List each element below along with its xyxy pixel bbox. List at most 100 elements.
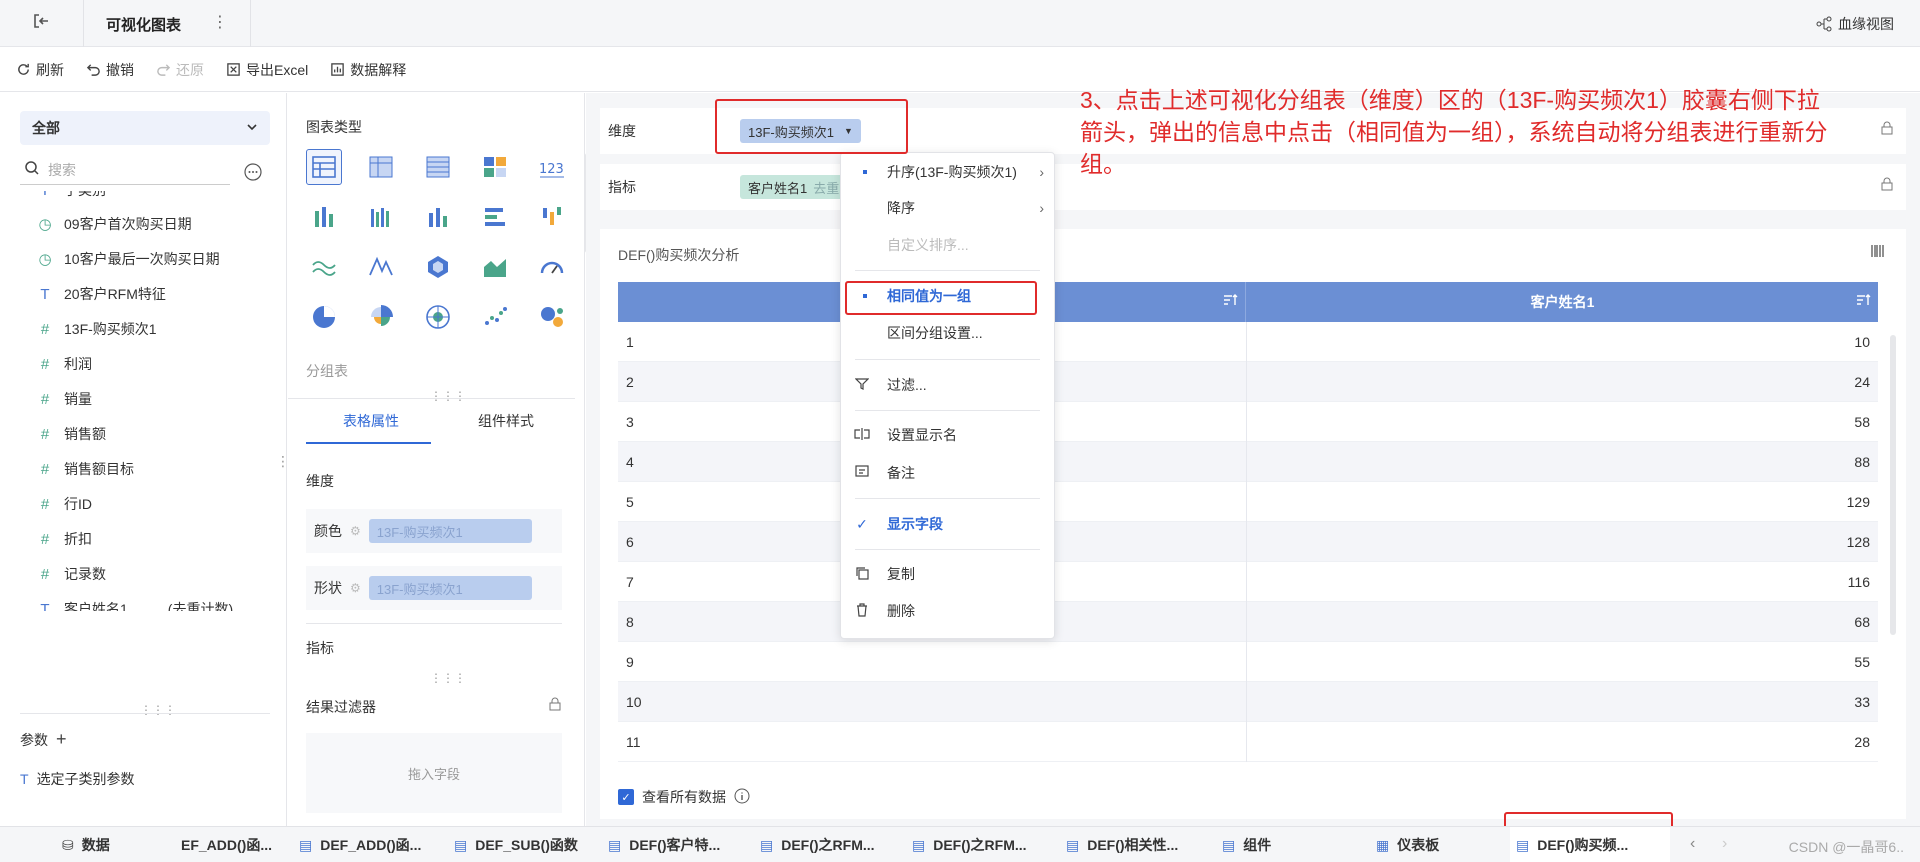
menu-item-filter[interactable]: 过滤... [841,370,1054,400]
sheet-tab[interactable]: ▤ DEF()之RFM... [906,827,1048,862]
lock-icon[interactable] [1880,177,1894,194]
table-row[interactable]: 11 28 [618,722,1878,762]
grouped-table-icon[interactable] [306,149,342,185]
tab-table-props[interactable]: 表格属性 [343,411,399,431]
field-item[interactable]: # 销售额目标 [36,458,134,480]
shape-field-pill[interactable]: 13F-购买频次1 [368,576,532,600]
more-options-icon[interactable] [244,163,262,184]
sheet-tab[interactable]: ▤ DEF_SUB()函数 [448,827,594,862]
gauge-icon[interactable] [534,249,570,285]
header-col-2[interactable]: 客户姓名1 [1247,282,1878,322]
horizontal-bar-icon[interactable] [477,199,513,235]
sheet-tab[interactable]: ▤ DEF()客户特... [602,827,744,862]
menu-item-display-name[interactable]: 设置显示名 [841,420,1054,450]
lock-icon[interactable] [548,697,562,717]
sort-icon[interactable] [1223,292,1239,311]
rose-chart-icon[interactable] [363,299,399,335]
menu-item-delete[interactable]: 删除 [841,596,1054,626]
resize-handle-icon[interactable]: ⋮⋮⋮ [140,703,176,717]
table-row[interactable]: 6 128 [618,522,1878,562]
table-scrollbar[interactable] [1890,335,1896,635]
gear-icon[interactable]: ⚙ [350,581,361,595]
redo-button[interactable]: 还原 [156,60,204,80]
hexagon-chart-icon[interactable] [420,249,456,285]
sheet-tab[interactable]: EF_ADD()函... [175,827,283,862]
field-item[interactable]: ◷ 09客户首次购买日期 [36,213,191,235]
field-dropzone[interactable]: 拖入字段 [306,733,562,813]
field-item[interactable]: T 客户姓名1 (去重计数) [36,598,233,612]
sort-icon[interactable] [1856,292,1872,311]
table-row[interactable]: 7 116 [618,562,1878,602]
menu-item-desc[interactable]: 降序 › [841,193,1054,223]
stacked-bar-icon[interactable] [363,199,399,235]
detail-table-icon[interactable] [420,149,456,185]
field-item[interactable]: # 折扣 [36,528,92,550]
color-prop[interactable]: 颜色 ⚙ 13F-购买频次1 [306,509,562,553]
crosstab-icon[interactable] [363,149,399,185]
table-row[interactable]: 2 24 [618,362,1878,402]
lineage-view-button[interactable]: 血缘视图 [1816,14,1894,34]
shape-prop[interactable]: 形状 ⚙ 13F-购买频次1 [306,566,562,610]
field-item[interactable]: T 20客户RFM特征 [36,283,166,305]
table-row[interactable]: 10 33 [618,682,1878,722]
sheet-tab[interactable]: ▦ 仪表板 [1370,827,1480,862]
bar-chart-icon[interactable] [420,199,456,235]
field-item[interactable]: # 销量 [36,388,92,410]
sheet-tab[interactable]: ▤ DEF()之RFM... [754,827,896,862]
field-item[interactable]: ◷ 10客户最后一次购买日期 [36,248,219,270]
scope-select[interactable]: 全部 [20,111,270,145]
polar-chart-icon[interactable] [420,299,456,335]
export-excel-button[interactable]: 导出Excel [226,60,308,80]
refresh-button[interactable]: 刷新 [16,60,64,80]
checkbox-checked-icon[interactable]: ✓ [618,789,634,805]
menu-item-custom-sort[interactable]: 自定义排序... [841,230,1054,260]
add-param-icon[interactable]: + [56,729,67,750]
table-row[interactable]: 3 58 [618,402,1878,442]
table-row[interactable]: 9 55 [618,642,1878,682]
menu-item-show-field[interactable]: ✓ 显示字段 [841,509,1054,539]
sheet-tab[interactable]: ▤ 组件 [1216,827,1306,862]
scatter-chart-icon[interactable] [477,299,513,335]
chevron-left-icon[interactable]: ‹ [1690,835,1695,853]
lock-icon[interactable] [1880,121,1894,138]
param-item[interactable]: T 选定子类别参数 [20,769,135,789]
field-item[interactable]: T 子类别 [36,191,106,201]
field-item[interactable]: #13F-购买频次1 [36,318,157,340]
field-item[interactable]: # 行ID [36,493,92,515]
area-chart-icon[interactable] [477,249,513,285]
number-icon[interactable]: 123 [534,149,570,185]
color-field-pill[interactable]: 13F-购买频次1 [368,519,532,543]
info-icon[interactable] [734,788,750,807]
sheet-tab[interactable]: ▤ DEF()相关性... [1060,827,1206,862]
barcode-icon[interactable] [1870,243,1886,262]
search-input[interactable]: 搜索 [20,155,230,185]
menu-item-range-group[interactable]: 区间分组设置... [841,318,1054,348]
field-item[interactable]: # 记录数 [36,563,106,585]
sheet-tab[interactable]: ▤ DEF()购买频... [1510,827,1670,862]
line-chart-icon[interactable] [306,249,342,285]
sheet-tab[interactable]: ⛁ 数据 [56,827,166,862]
table-row[interactable]: 4 88 [618,442,1878,482]
undo-button[interactable]: 撤销 [86,60,134,80]
range-bar-icon[interactable] [534,199,570,235]
table-row[interactable]: 1 10 [618,322,1878,362]
bubble-chart-icon[interactable] [534,299,570,335]
table-row[interactable]: 5 129 [618,482,1878,522]
menu-item-copy[interactable]: 复制 [841,559,1054,589]
data-explain-button[interactable]: 数据解释 [330,60,406,80]
chevron-right-icon[interactable]: › [1722,835,1727,853]
menu-item-asc[interactable]: 升序(13F-购买频次1) › [841,157,1054,187]
exit-icon[interactable] [32,12,54,34]
tab-component-style[interactable]: 组件样式 [478,411,534,431]
pie-chart-icon[interactable] [306,299,342,335]
view-all-data[interactable]: ✓ 查看所有数据 [618,787,750,807]
more-icon[interactable]: ⋮ [212,12,228,32]
resize-handle-icon[interactable]: ⋮⋮⋮ [430,671,466,685]
radar-line-icon[interactable] [363,249,399,285]
field-item[interactable]: # 利润 [36,353,92,375]
gear-icon[interactable]: ⚙ [350,524,361,538]
field-item[interactable]: # 销售额 [36,423,106,445]
table-row[interactable]: 8 68 [618,602,1878,642]
sheet-tab[interactable]: ▤ DEF_ADD()函... [293,827,439,862]
menu-item-note[interactable]: 备注 [841,458,1054,488]
